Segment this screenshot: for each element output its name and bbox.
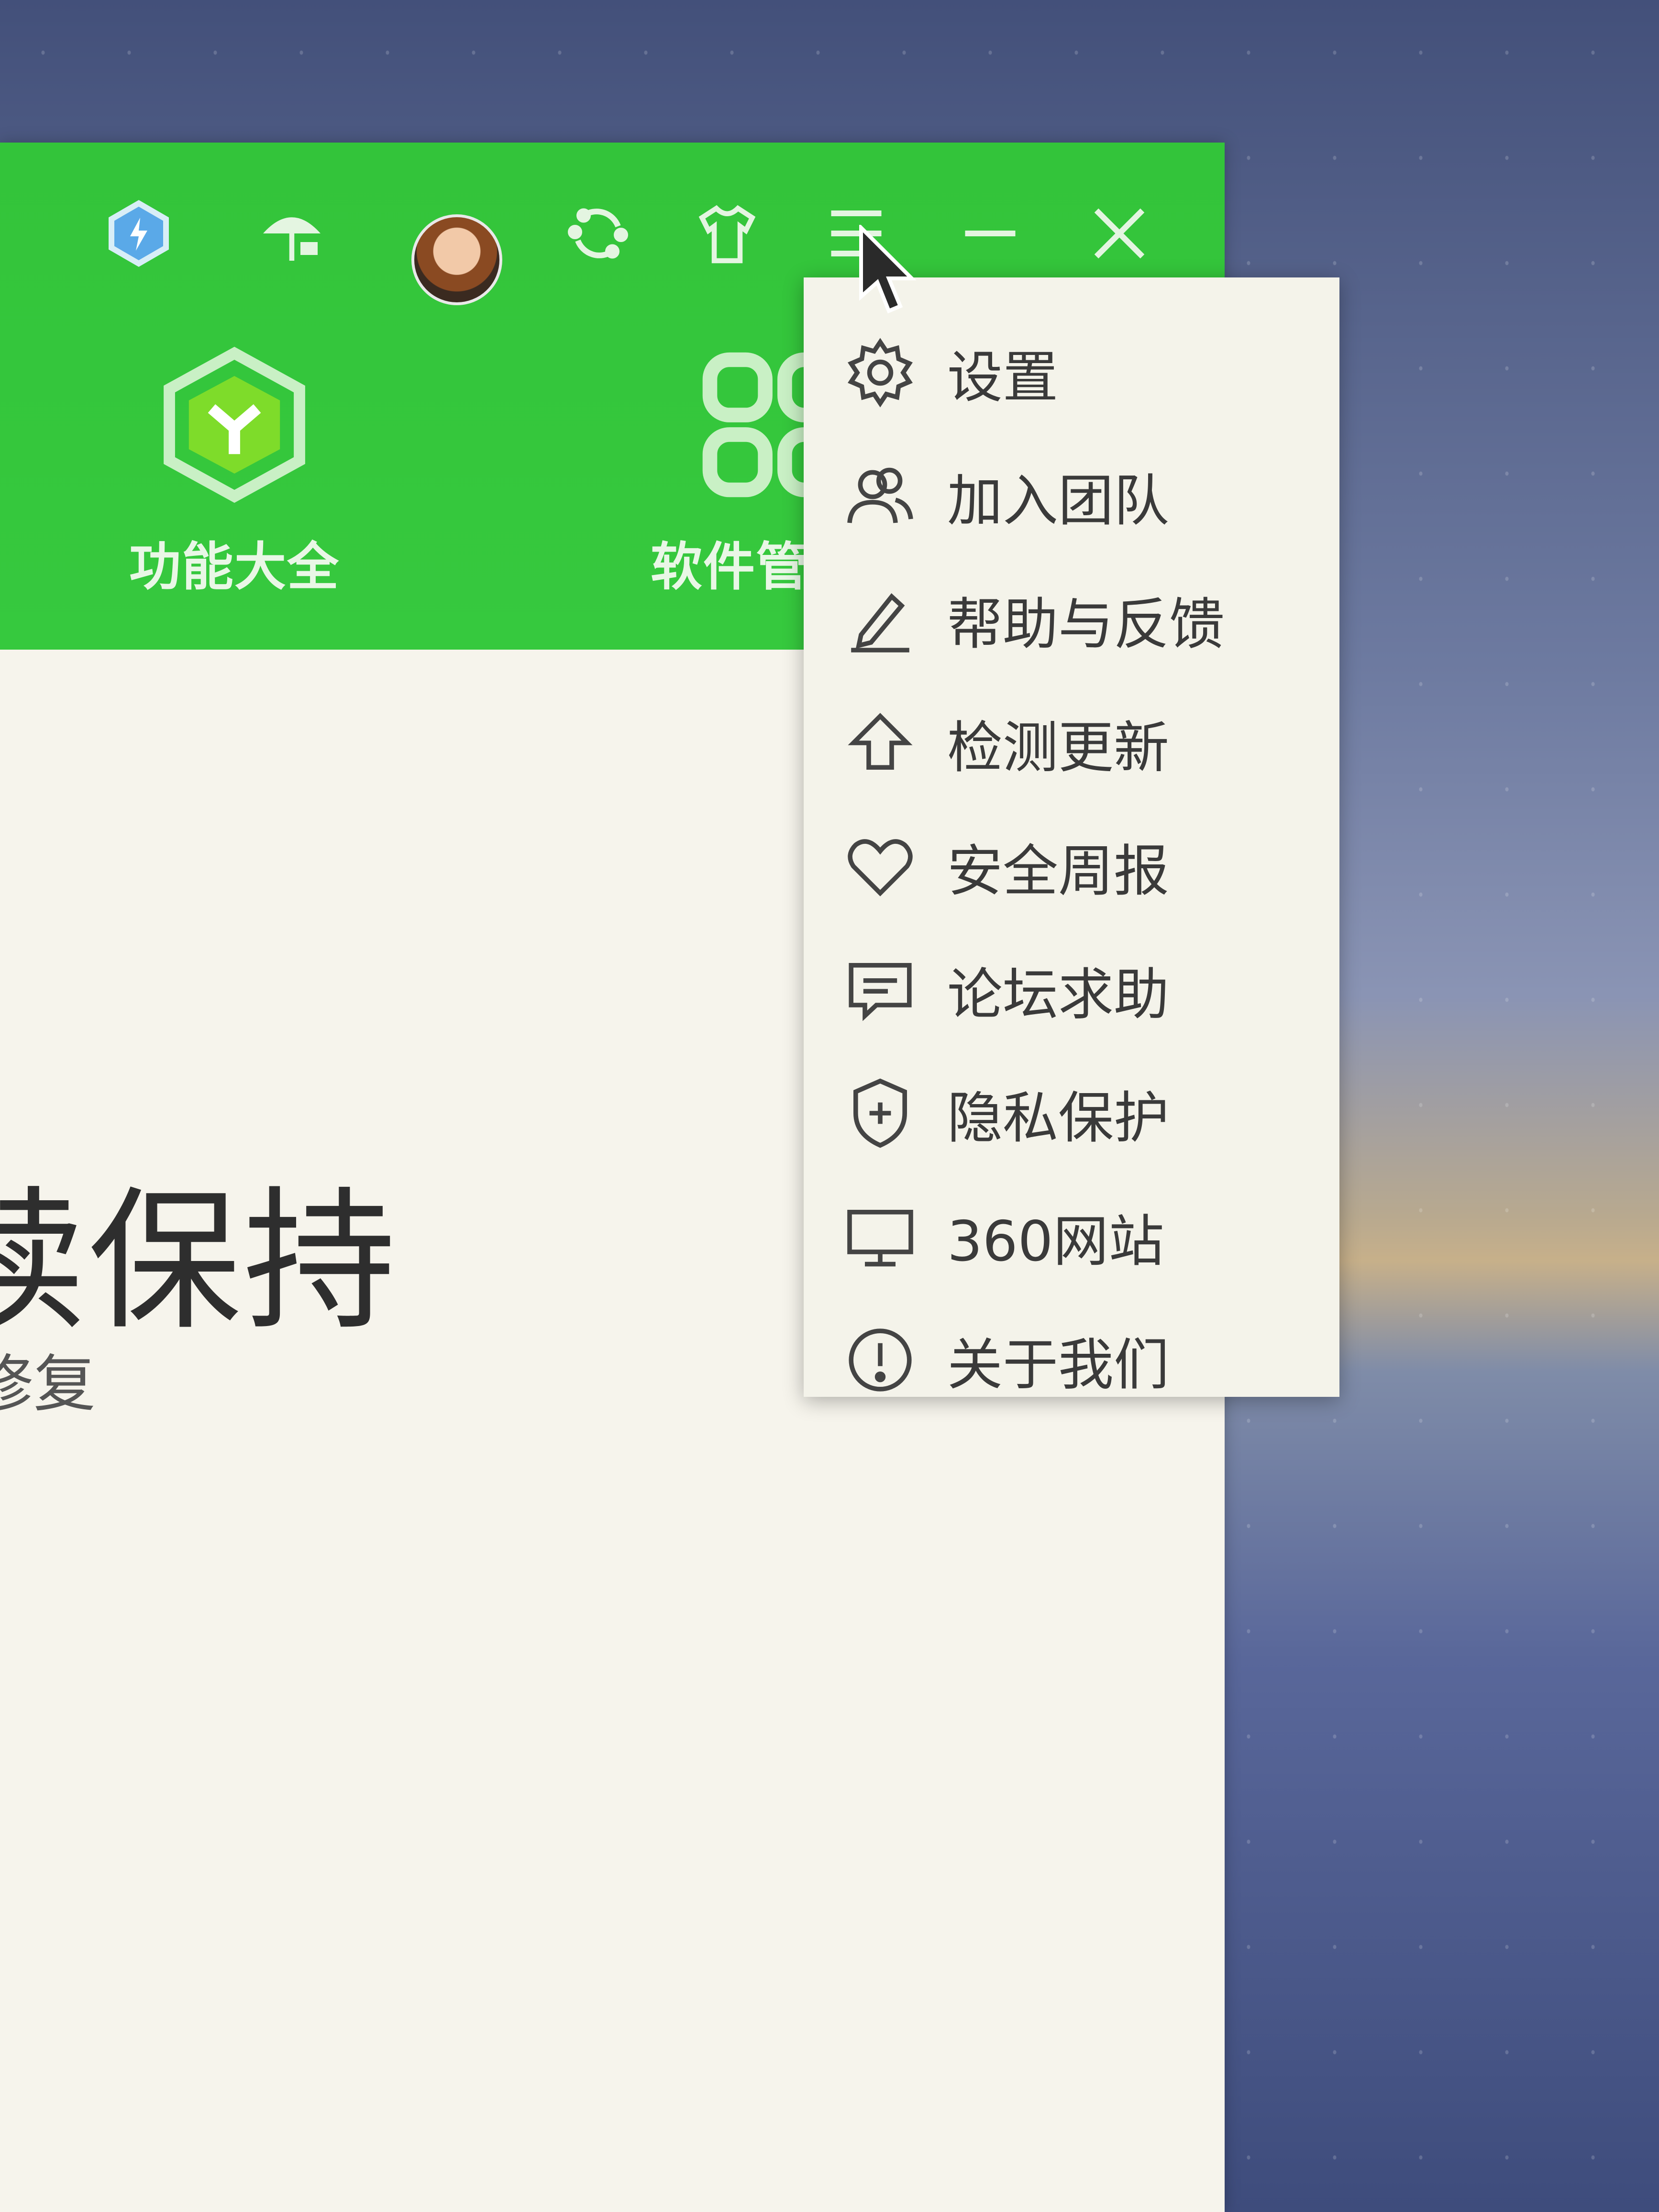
menu-item-label: 关于我们 xyxy=(947,1333,1169,1397)
menu-item-settings[interactable]: 设置 xyxy=(804,311,1339,434)
menu-item-privacy[interactable]: 隐私保护 xyxy=(804,1051,1339,1175)
tab-features[interactable]: 功能大全 xyxy=(91,343,378,630)
menu-item-label: 加入团队 xyxy=(947,469,1169,533)
tab-software[interactable]: 软件管 xyxy=(631,343,832,630)
cube-icon xyxy=(164,346,305,503)
menu-item-label: 360网站 xyxy=(947,1209,1164,1274)
status-headline: 续保持 xyxy=(0,1173,398,1351)
menu-item-about-us[interactable]: 关于我们 xyxy=(804,1298,1339,1422)
menu-item-label: 检测更新 xyxy=(947,716,1169,780)
menu-item-security-weekly[interactable]: 安全周报 xyxy=(804,805,1339,928)
heart-icon xyxy=(848,839,913,896)
avatar[interactable] xyxy=(411,214,502,305)
close-icon[interactable] xyxy=(1072,186,1167,281)
speed-shield-icon[interactable] xyxy=(91,186,187,281)
refresh-icon[interactable] xyxy=(550,186,646,281)
main-menu-dropdown: 设置 加入团队 帮助与反馈 检测更新 安全周报 论坛求助 隐私保护 360网站 … xyxy=(804,277,1339,1397)
gear-icon xyxy=(848,338,913,408)
upload-arrow-icon xyxy=(848,713,913,770)
minimize-icon[interactable] xyxy=(942,186,1038,281)
umbrella-icon[interactable] xyxy=(244,186,340,281)
monitor-icon xyxy=(847,1210,913,1267)
title-bar-icons xyxy=(0,186,1225,305)
team-icon xyxy=(847,467,913,523)
skin-tshirt-icon[interactable] xyxy=(679,186,775,281)
pencil-icon xyxy=(851,593,909,653)
message-icon xyxy=(849,963,912,1021)
menu-item-join-team[interactable]: 加入团队 xyxy=(804,434,1339,558)
mouse-cursor-icon xyxy=(859,225,917,314)
menu-item-label: 隐私保护 xyxy=(947,1086,1169,1150)
menu-item-label: 设置 xyxy=(947,345,1058,410)
info-icon xyxy=(849,1328,912,1392)
menu-item-help-feedback[interactable]: 帮助与反馈 xyxy=(804,558,1339,681)
menu-item-label: 帮助与反馈 xyxy=(947,592,1225,657)
tab-label: 功能大全 xyxy=(129,537,340,597)
menu-item-label: 论坛求助 xyxy=(947,962,1169,1027)
shield-icon xyxy=(853,1078,907,1148)
status-subline: 修复 xyxy=(0,1348,96,1420)
menu-item-check-update[interactable]: 检测更新 xyxy=(804,681,1339,805)
menu-item-label: 安全周报 xyxy=(947,839,1169,904)
menu-item-360-website[interactable]: 360网站 xyxy=(804,1175,1339,1298)
menu-item-forum-help[interactable]: 论坛求助 xyxy=(804,928,1339,1051)
